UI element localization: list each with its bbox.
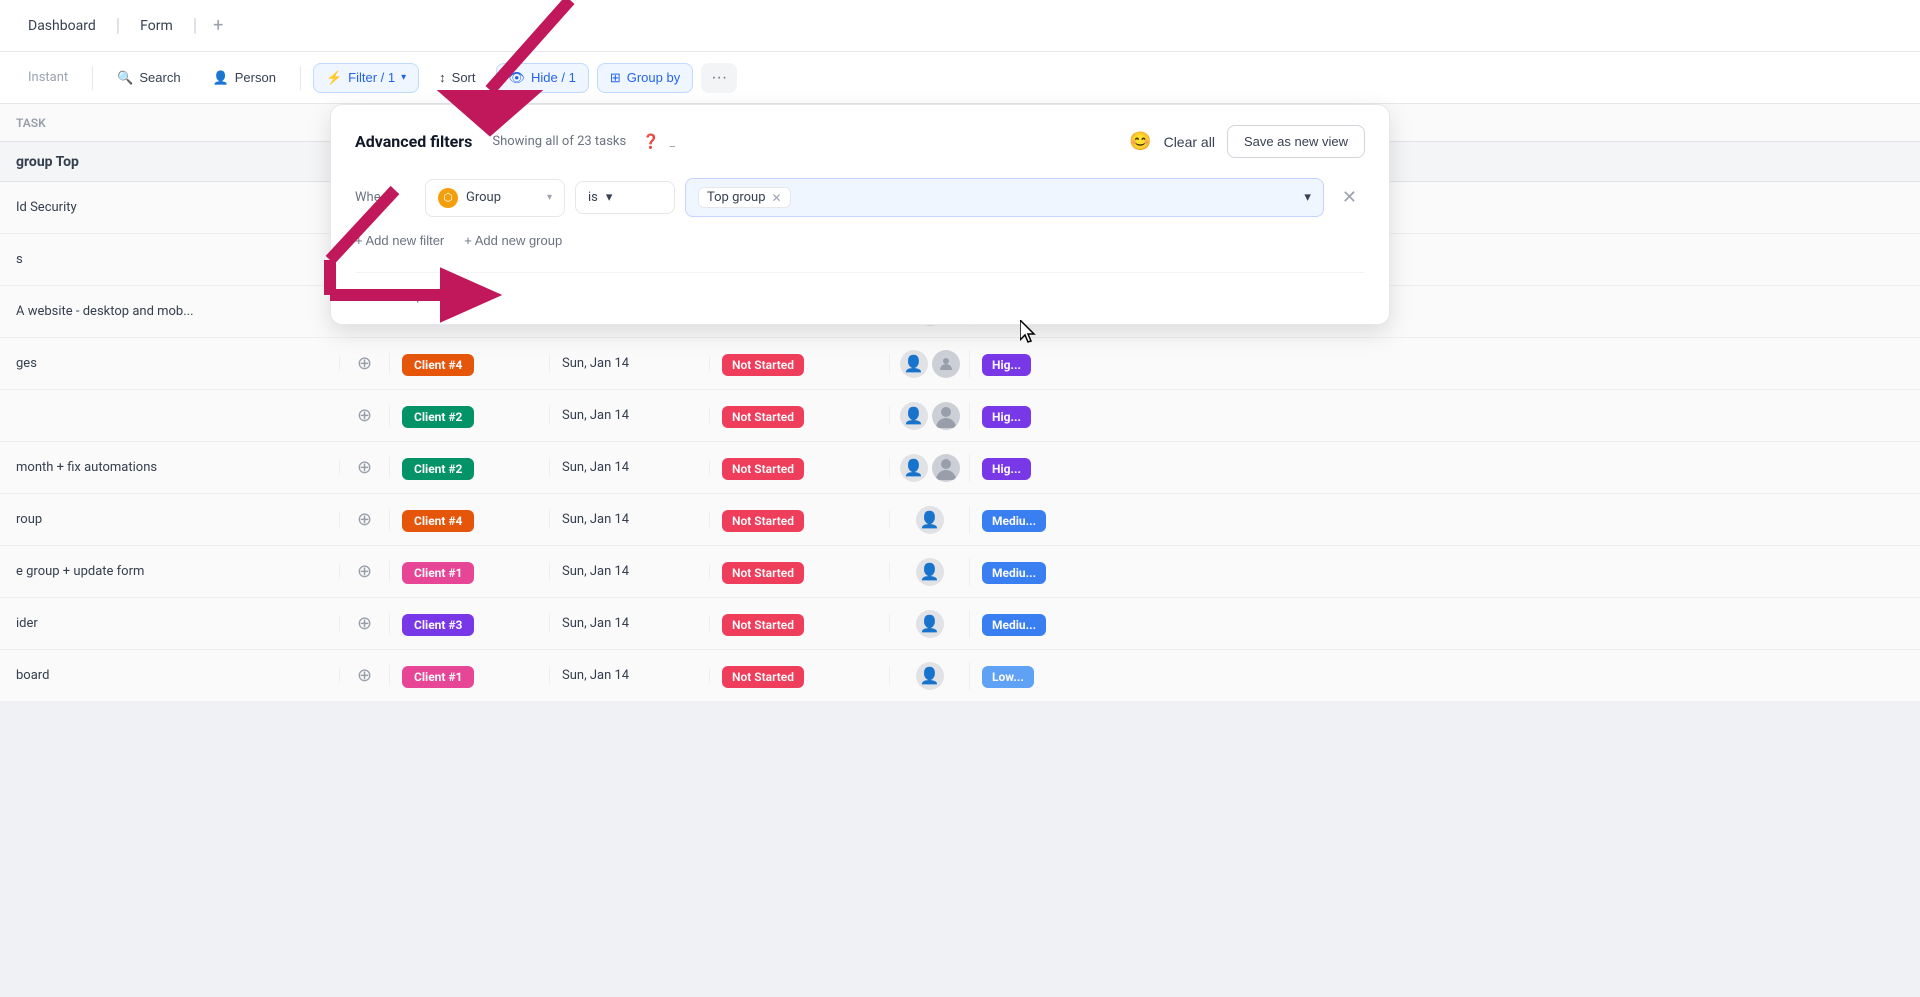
person-label: Person xyxy=(235,70,276,85)
filter-is-chevron-icon: ▾ xyxy=(606,190,613,205)
filter-title-area: Advanced filters Showing all of 23 tasks… xyxy=(355,132,675,151)
top-nav: Dashboard | Form | + xyxy=(0,0,1920,52)
filter-loading-indicator: _ xyxy=(670,135,675,149)
filter-value-select[interactable]: Top group ✕ ▾ xyxy=(685,178,1324,217)
filter-where-label: Whe... xyxy=(355,190,415,205)
clear-all-button[interactable]: Clear all xyxy=(1164,134,1215,150)
nav-separator-2: | xyxy=(193,15,197,36)
filter-add-row: + Add new filter + Add new group xyxy=(355,233,1365,248)
filter-button[interactable]: ⚡ Filter / 1 ▾ xyxy=(313,63,419,93)
filter-panel-title: Advanced filters xyxy=(355,132,472,151)
group-field-icon: ⬡ xyxy=(438,188,458,208)
add-filter-button[interactable]: + Add new filter xyxy=(355,233,444,248)
filter-panel-actions: 😊 Clear all Save as new view xyxy=(1129,125,1365,158)
person-button[interactable]: 👤 Person xyxy=(201,64,288,92)
filter-row: Whe... ⬡ Group ▾ is ▾ Top group ✕ ▾ ✕ xyxy=(355,178,1365,217)
groupby-button[interactable]: ⊞ Group by xyxy=(597,63,693,93)
save-view-button[interactable]: Save as new view xyxy=(1227,125,1365,158)
toolbar-instant[interactable]: Instant xyxy=(16,64,80,91)
nav-separator-1: | xyxy=(116,15,120,36)
search-button[interactable]: 🔍 Search xyxy=(105,64,192,92)
sort-button[interactable]: ↕ Sort xyxy=(427,64,487,91)
more-button[interactable]: ··· xyxy=(701,63,737,93)
search-label: Search xyxy=(139,70,180,85)
filter-is-select[interactable]: is ▾ xyxy=(575,181,675,214)
filter-tag-label: Top group xyxy=(707,190,766,205)
sort-icon: ↕ xyxy=(439,70,446,85)
filter-panel-info-icon: ❓ xyxy=(642,134,659,150)
filter-chevron-icon: ▾ xyxy=(401,72,406,83)
add-group-button[interactable]: + Add new group xyxy=(464,233,562,248)
nav-add-tab[interactable]: + xyxy=(205,11,231,40)
filter-value-chevron-icon: ▾ xyxy=(1304,190,1311,205)
filter-is-label: is xyxy=(588,190,598,205)
hide-label: Hide / 1 xyxy=(531,70,576,85)
emoji-reaction-button[interactable]: 😊 xyxy=(1129,131,1151,152)
toolbar: Instant 🔍 Search 👤 Person ⚡ Filter / 1 ▾… xyxy=(0,52,1920,104)
filter-label: Filter / 1 xyxy=(348,70,395,85)
quick-filter-switch[interactable]: Switch to quick filters xyxy=(355,272,1365,304)
divider-1 xyxy=(92,66,93,90)
filter-panel-subtitle: Showing all of 23 tasks xyxy=(492,134,626,149)
nav-tab-dashboard[interactable]: Dashboard xyxy=(16,12,108,40)
filter-row-close-button[interactable]: ✕ xyxy=(1334,183,1365,212)
filter-tag-top-group[interactable]: Top group ✕ xyxy=(698,187,791,208)
groupby-label: Group by xyxy=(627,70,680,85)
divider-2 xyxy=(300,66,301,90)
hide-icon: 👁 xyxy=(509,70,526,86)
nav-tab-form[interactable]: Form xyxy=(128,12,185,40)
filter-icon: ⚡ xyxy=(326,70,342,86)
filter-group-select[interactable]: ⬡ Group ▾ xyxy=(425,179,565,217)
groupby-icon: ⊞ xyxy=(610,70,621,86)
filter-group-label: Group xyxy=(466,190,501,205)
filter-tag-close-icon[interactable]: ✕ xyxy=(772,191,782,205)
filter-panel: Advanced filters Showing all of 23 tasks… xyxy=(330,104,1390,325)
filter-panel-header: Advanced filters Showing all of 23 tasks… xyxy=(355,125,1365,158)
hide-button[interactable]: 👁 Hide / 1 xyxy=(496,63,589,93)
search-icon: 🔍 xyxy=(117,70,133,86)
filter-group-chevron-icon: ▾ xyxy=(547,192,552,203)
person-icon: 👤 xyxy=(213,70,229,86)
sort-label: Sort xyxy=(452,70,476,85)
